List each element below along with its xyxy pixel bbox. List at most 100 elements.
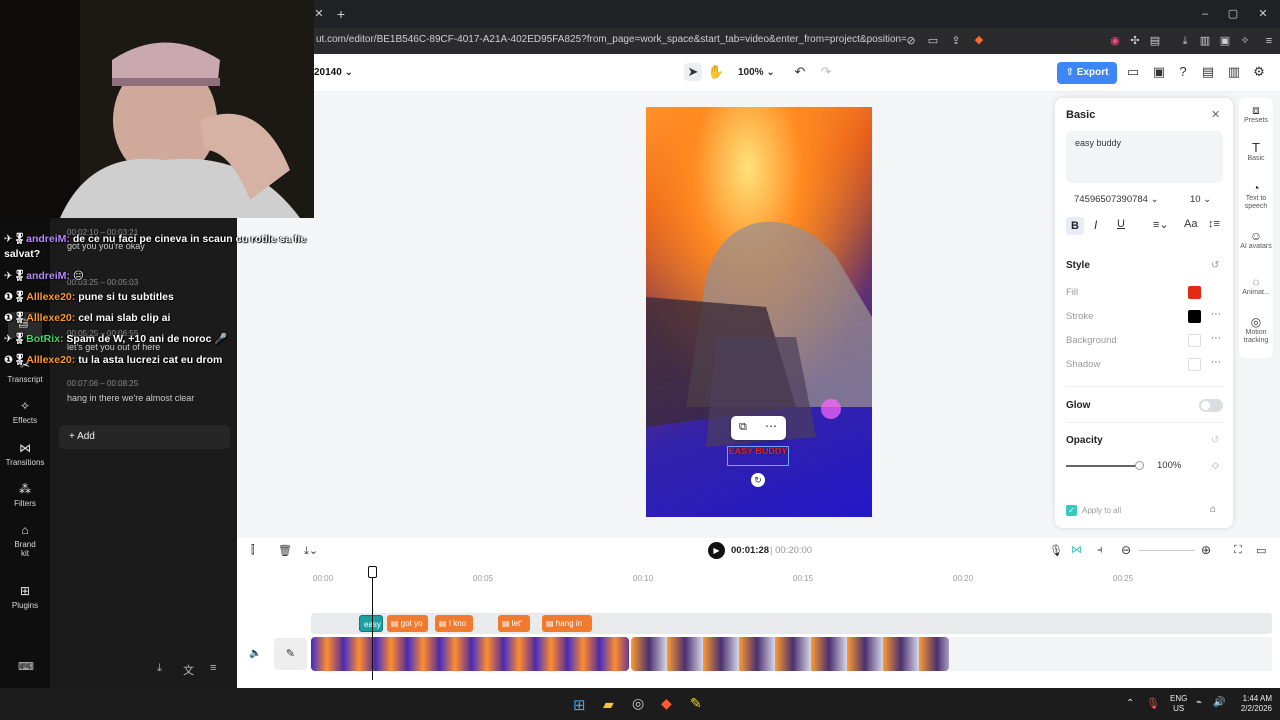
- caption-clip[interactable]: ▤ let': [498, 615, 530, 632]
- copy-icon[interactable]: ⧉: [739, 421, 747, 434]
- split-view-icon[interactable]: ⫞: [1097, 544, 1103, 557]
- ai-icon[interactable]: ✧: [1238, 34, 1252, 48]
- underline-icon[interactable]: U: [1117, 218, 1125, 230]
- close-panel-icon[interactable]: ✕: [1211, 108, 1220, 121]
- cast-icon[interactable]: ▭: [926, 34, 940, 48]
- present-icon[interactable]: ▭: [1124, 63, 1142, 81]
- hand-tool-icon[interactable]: ✋: [707, 63, 725, 81]
- nav-brand-kit[interactable]: ⌂ Brand kit: [0, 523, 50, 558]
- more-icon[interactable]: ⋯: [765, 419, 777, 433]
- video-clip-2[interactable]: [631, 637, 949, 671]
- help-icon[interactable]: ?: [1174, 63, 1192, 81]
- rightbar-basic[interactable]: T Basic: [1239, 141, 1273, 163]
- mute-track-icon[interactable]: 🔈: [249, 648, 261, 659]
- sidebar-icon[interactable]: ▥: [1198, 34, 1212, 48]
- minimize-icon[interactable]: –: [1198, 7, 1212, 21]
- tray-expand-icon[interactable]: ⌃: [1126, 698, 1134, 709]
- close-window-icon[interactable]: ✕: [1256, 7, 1270, 21]
- font-size-select[interactable]: 10 ⌄: [1182, 190, 1222, 210]
- select-tool-icon[interactable]: ➤: [684, 63, 702, 81]
- bookmarks-icon[interactable]: ▤: [1148, 34, 1162, 48]
- captions-toggle-icon[interactable]: ▭: [1256, 544, 1266, 557]
- reset-style-icon[interactable]: ↺: [1211, 260, 1219, 271]
- opacity-value[interactable]: 100%: [1157, 460, 1181, 471]
- zoom-select[interactable]: 100% ⌄: [738, 67, 775, 78]
- download-clip-icon[interactable]: ⤓⌄: [304, 544, 318, 558]
- puzzle-icon[interactable]: ✣: [1128, 34, 1142, 48]
- play-button[interactable]: ▶: [708, 542, 725, 559]
- caption-clip[interactable]: ▤ got yo: [387, 615, 428, 632]
- settings-icon[interactable]: ⚙: [1250, 63, 1268, 81]
- url-text[interactable]: ut.com/editor/BE1B546C-89CF-4017-A21A-40…: [316, 34, 906, 45]
- segment-text[interactable]: hang in there we're almost clear: [67, 393, 194, 403]
- rightbar-ai-avatars[interactable]: ☺ AI avatars: [1239, 230, 1273, 251]
- download-icon[interactable]: ⤓: [1178, 34, 1192, 48]
- menu-icon[interactable]: ≡: [1262, 34, 1276, 48]
- stroke-more-icon[interactable]: ⋯: [1211, 309, 1221, 320]
- mic-tray-icon[interactable]: 🎙: [1146, 697, 1160, 710]
- project-name[interactable]: 20140 ⌄: [314, 67, 353, 78]
- split-icon[interactable]: ⫿: [251, 544, 255, 557]
- redo-icon[interactable]: ↷: [817, 63, 835, 81]
- record-icon[interactable]: ▣: [1150, 63, 1168, 81]
- rightbar-motion-tracking[interactable]: ◎ Motion tracking: [1239, 316, 1273, 345]
- export-button[interactable]: ⇧ Export: [1057, 62, 1117, 84]
- nav-transitions[interactable]: ⋈ Transitions: [0, 441, 50, 467]
- playhead[interactable]: [372, 570, 373, 680]
- volume-icon[interactable]: 🔊: [1213, 697, 1225, 708]
- italic-icon[interactable]: I: [1094, 218, 1097, 232]
- find-replace-icon[interactable]: ≡: [210, 662, 216, 674]
- rightbar-text-to-speech[interactable]: ◔ Text to speech: [1239, 182, 1273, 211]
- zoom-in-icon[interactable]: ⊕: [1201, 543, 1211, 557]
- download-transcript-icon[interactable]: ⤓: [157, 662, 162, 675]
- align-icon[interactable]: ≡⌄: [1153, 218, 1169, 231]
- undo-icon[interactable]: ↶: [791, 63, 809, 81]
- brave-browser-icon[interactable]: ◆: [661, 695, 672, 712]
- caption-clip[interactable]: easy: [359, 615, 383, 632]
- nav-effects[interactable]: ✧ Effects: [0, 399, 50, 425]
- fill-color-swatch[interactable]: [1188, 286, 1201, 299]
- close-tab-icon[interactable]: ✕: [312, 7, 326, 21]
- background-more-icon[interactable]: ⋯: [1211, 333, 1221, 344]
- fullscreen-icon[interactable]: ⛶: [1234, 544, 1242, 557]
- text-content-input[interactable]: easy buddy: [1066, 131, 1223, 183]
- add-segment-button[interactable]: + Add: [59, 425, 230, 449]
- extension-icon[interactable]: ◉: [1108, 34, 1122, 48]
- windows-start-icon[interactable]: ⊞: [573, 696, 586, 714]
- keyboard-icon[interactable]: ⌨: [18, 660, 34, 673]
- glow-toggle[interactable]: [1199, 399, 1223, 412]
- font-family-select[interactable]: 74596507390784 ⌄: [1066, 190, 1174, 210]
- opacity-slider[interactable]: [1066, 461, 1144, 470]
- caption-selection-box[interactable]: EASY BUDDY: [727, 446, 789, 466]
- eraser-icon[interactable]: ⌂: [1210, 504, 1216, 515]
- reader-mode-icon[interactable]: ⊘: [904, 34, 918, 48]
- layout-icon[interactable]: ▥: [1225, 63, 1243, 81]
- playhead-handle[interactable]: [368, 566, 377, 578]
- clock[interactable]: 1:44 AM 2/2/2026: [1230, 694, 1272, 714]
- zoom-out-icon[interactable]: ⊖: [1121, 543, 1131, 557]
- storage-icon[interactable]: ▤: [1199, 63, 1217, 81]
- rightbar-animation[interactable]: ◌ Animat...: [1239, 276, 1273, 297]
- network-icon[interactable]: ⌁: [1196, 697, 1202, 708]
- caption-clip[interactable]: ▤ I kno: [435, 615, 473, 632]
- brave-shield-icon[interactable]: ◆: [972, 33, 986, 47]
- stroke-color-swatch[interactable]: [1188, 310, 1201, 323]
- nav-filters[interactable]: ⁂ Filters: [0, 482, 50, 508]
- microphone-icon[interactable]: 🎙: [1049, 544, 1063, 557]
- reset-opacity-icon[interactable]: ↺: [1211, 435, 1219, 446]
- video-clip-1[interactable]: [311, 637, 629, 671]
- background-color-swatch[interactable]: [1188, 334, 1201, 347]
- caption-clip[interactable]: ▤ hang in: [542, 615, 592, 632]
- magnet-icon[interactable]: ⋈: [1071, 543, 1082, 556]
- rotate-handle-icon[interactable]: ↻: [751, 473, 765, 487]
- timeline-zoom-slider[interactable]: [1139, 550, 1195, 551]
- apply-all-checkbox[interactable]: ✓: [1066, 505, 1077, 516]
- obs-icon[interactable]: ◎: [632, 695, 644, 712]
- file-explorer-icon[interactable]: ▰: [603, 696, 614, 713]
- shadow-color-swatch[interactable]: [1188, 358, 1201, 371]
- rightbar-presets[interactable]: ⧈ Presets: [1239, 104, 1273, 125]
- line-spacing-icon[interactable]: ↕≡: [1208, 218, 1220, 230]
- translate-icon[interactable]: 文: [183, 662, 194, 678]
- bold-icon[interactable]: B: [1066, 217, 1084, 235]
- wallet-icon[interactable]: ▣: [1218, 34, 1232, 48]
